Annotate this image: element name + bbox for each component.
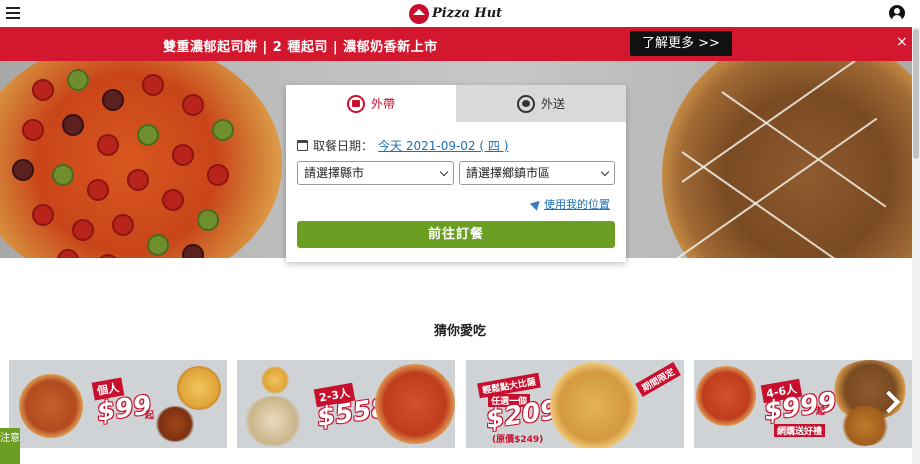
page: Pizza Hut 雙重濃郁起司餅 | 2 種起司 | 濃郁奶香新上市 了解更多… — [0, 0, 920, 464]
side-notice-tab[interactable]: 注意 — [0, 428, 20, 464]
topping — [32, 204, 54, 226]
promo-card-2-3-people[interactable]: 2-3人 $558 — [237, 360, 455, 448]
promo-suffix: 起 — [816, 407, 826, 417]
topping — [97, 254, 119, 258]
pizza-cut-line — [681, 151, 880, 258]
pizza-cut-line — [721, 91, 887, 208]
egg-tart-image — [261, 366, 289, 394]
brand-name: Pizza Hut — [432, 6, 503, 21]
chicken-image — [155, 406, 195, 442]
topping — [62, 114, 84, 136]
scooter-icon — [516, 94, 535, 113]
hero-pizza-left-image — [0, 61, 282, 258]
topping — [172, 144, 194, 166]
egg-tart-image — [177, 366, 221, 410]
topping — [87, 179, 109, 201]
scrollbar-thumb[interactable] — [913, 29, 919, 159]
town-select[interactable]: 請選擇鄉鎮市區 — [459, 161, 615, 185]
county-select-value: 請選擇縣市 — [304, 166, 365, 180]
close-icon[interactable]: × — [896, 35, 908, 49]
section-title: 猜你愛吃 — [433, 324, 486, 339]
tab-takeout-label: 外帶 — [370, 97, 395, 111]
topping — [22, 119, 44, 141]
topping — [32, 79, 54, 101]
use-my-location-label: 使用我的位置 — [544, 198, 610, 211]
pickup-date-link[interactable]: 今天 2021-09-02 ( 四 ) — [378, 137, 508, 154]
user-account-icon[interactable] — [889, 5, 905, 21]
use-my-location-link[interactable]: 使用我的位置 — [529, 196, 610, 212]
start-order-button[interactable]: 前往訂餐 — [297, 221, 615, 248]
topping — [12, 159, 34, 181]
topping — [72, 219, 94, 241]
promo-banner: 雙重濃郁起司餅 | 2 種起司 | 濃郁奶香新上市 了解更多 >> × — [0, 27, 920, 61]
location-arrow-icon — [529, 197, 544, 211]
topping — [137, 124, 159, 146]
topping — [142, 74, 164, 96]
tab-delivery-label: 外送 — [540, 97, 565, 111]
pickup-date-label: 取餐日期： — [313, 139, 374, 153]
topping — [127, 169, 149, 191]
pizza-image — [696, 366, 756, 426]
hero-pizza-right-image — [662, 61, 912, 258]
page-scrollbar[interactable] — [912, 27, 920, 464]
pizza-image — [19, 374, 83, 438]
topping — [102, 89, 124, 111]
pasta-image — [243, 396, 303, 446]
topping — [182, 244, 204, 258]
promo-carousel: 個人 $99 起 2-3人 $558 輕鬆點大比薩 任選一個 $209 (原價$… — [9, 360, 912, 448]
pizza-image — [375, 364, 455, 444]
hamburger-menu-icon[interactable] — [6, 7, 20, 19]
topping — [207, 164, 229, 186]
topping — [112, 214, 134, 236]
topping — [147, 234, 169, 256]
pizza-hut-roof-icon — [409, 3, 429, 24]
pizza-hut-logo[interactable]: Pizza Hut — [409, 3, 502, 24]
promo-banner-text: 雙重濃郁起司餅 | 2 種起司 | 濃郁奶香新上市 — [163, 40, 438, 55]
promo-card-personal[interactable]: 個人 $99 起 — [9, 360, 227, 448]
tab-delivery[interactable]: 外送 — [456, 85, 626, 122]
order-card: 外帶 外送 取餐日期： 今天 2021-09-02 ( 四 ) 請選擇縣市 請選… — [286, 85, 626, 262]
topping — [52, 164, 74, 186]
tab-takeout[interactable]: 外帶 — [286, 85, 456, 122]
topping — [212, 119, 234, 141]
top-header: Pizza Hut — [0, 0, 920, 27]
topping — [57, 249, 79, 258]
topping — [182, 94, 204, 116]
carousel-next-icon[interactable] — [880, 391, 898, 413]
county-select[interactable]: 請選擇縣市 — [297, 161, 454, 185]
topping — [197, 209, 219, 231]
promo-card-large-pizza[interactable]: 輕鬆點大比薩 任選一個 $209 (原價$249) 期間限定 — [466, 360, 684, 448]
topping — [162, 189, 184, 211]
promo-note: 網購送好禮 — [774, 424, 826, 437]
limited-time-badge: 期間限定 — [635, 362, 681, 397]
topping — [67, 69, 89, 91]
store-icon — [346, 94, 365, 113]
calendar-icon — [297, 140, 308, 151]
pizza-cut-line — [671, 117, 878, 258]
chevron-down-icon — [600, 167, 610, 177]
topping — [97, 134, 119, 156]
pickup-date-row: 取餐日期： 今天 2021-09-02 ( 四 ) — [297, 137, 508, 154]
pizza-image — [550, 362, 638, 448]
learn-more-button[interactable]: 了解更多 >> — [630, 31, 732, 56]
promo-suffix: 起 — [145, 411, 155, 421]
town-select-value: 請選擇鄉鎮市區 — [466, 166, 551, 180]
chevron-down-icon — [439, 167, 449, 177]
promo-note: (原價$249) — [492, 435, 544, 445]
pizza-cut-line — [681, 61, 871, 183]
